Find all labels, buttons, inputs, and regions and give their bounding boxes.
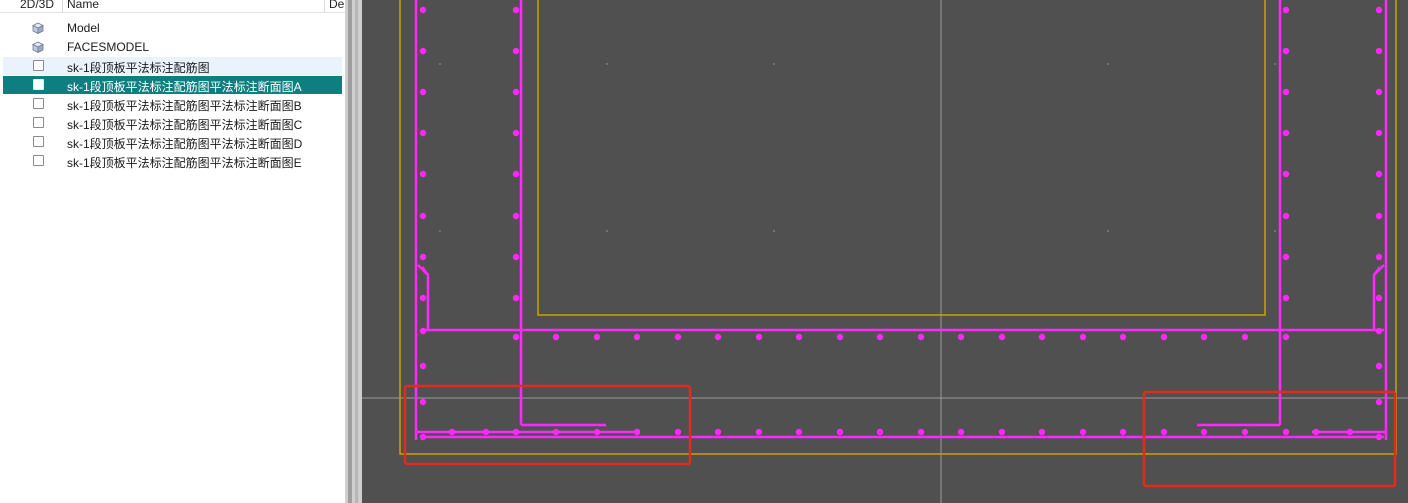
column-divider[interactable] <box>62 0 63 12</box>
list-item-section-b[interactable]: sk-1段顶板平法标注配筋图平法标注断面图B <box>3 95 342 113</box>
drawing-sheet-icon <box>33 117 44 128</box>
list-item-section-c[interactable]: sk-1段顶板平法标注配筋图平法标注断面图C <box>3 114 342 132</box>
column-divider[interactable] <box>324 0 325 12</box>
drawing-sheet-icon <box>33 98 44 109</box>
drawing-viewport[interactable] <box>362 0 1408 503</box>
rebar-lines <box>414 0 1388 440</box>
list-item-section-d[interactable]: sk-1段顶板平法标注配筋图平法标注断面图D <box>3 133 342 151</box>
list-item-label: sk-1段顶板平法标注配筋图 <box>67 61 210 75</box>
list-item-label: sk-1段顶板平法标注配筋图平法标注断面图B <box>67 99 302 113</box>
splitter-grip <box>348 0 352 503</box>
list-header: 2D/3D Name De <box>0 0 345 13</box>
model-cube-icon <box>32 22 44 34</box>
column-2d3d[interactable]: 2D/3D <box>20 0 54 11</box>
list-item-label: sk-1段顶板平法标注配筋图平法标注断面图D <box>67 137 303 151</box>
list-item-label: sk-1段顶板平法标注配筋图平法标注断面图E <box>67 156 302 170</box>
model-cube-icon <box>32 41 44 53</box>
column-description[interactable]: De <box>329 0 344 11</box>
cad-drawing-canvas[interactable] <box>362 0 1408 503</box>
list-item-model[interactable]: Model <box>3 19 342 37</box>
list-item-label: sk-1段顶板平法标注配筋图平法标注断面图C <box>67 118 303 132</box>
drawing-sheet-icon <box>33 155 44 166</box>
list-item-facesmodel[interactable]: FACESMODEL <box>3 38 342 56</box>
drawing-sheet-icon <box>33 60 44 71</box>
drawing-sheet-icon <box>33 136 44 147</box>
drawing-list-panel: 2D/3D Name De Model FACESMODEL sk-1段顶板平法… <box>0 0 345 503</box>
list-item-section-a[interactable]: sk-1段顶板平法标注配筋图平法标注断面图A <box>3 76 342 94</box>
column-name[interactable]: Name <box>67 0 99 11</box>
list-item-label: Model <box>67 21 100 35</box>
splitter-grip <box>355 0 358 503</box>
list-item-section-e[interactable]: sk-1段顶板平法标注配筋图平法标注断面图E <box>3 152 342 170</box>
highlight-box-right <box>1142 390 1397 488</box>
list-item-label: FACESMODEL <box>67 40 150 54</box>
rebar-dots <box>419 6 1383 441</box>
list-item-label: sk-1段顶板平法标注配筋图平法标注断面图A <box>67 80 302 94</box>
drawing-sheet-icon <box>33 79 44 90</box>
grid-points <box>439 63 1276 232</box>
panel-splitter[interactable] <box>345 0 362 503</box>
list-item-drawing[interactable]: sk-1段顶板平法标注配筋图 <box>3 57 342 75</box>
